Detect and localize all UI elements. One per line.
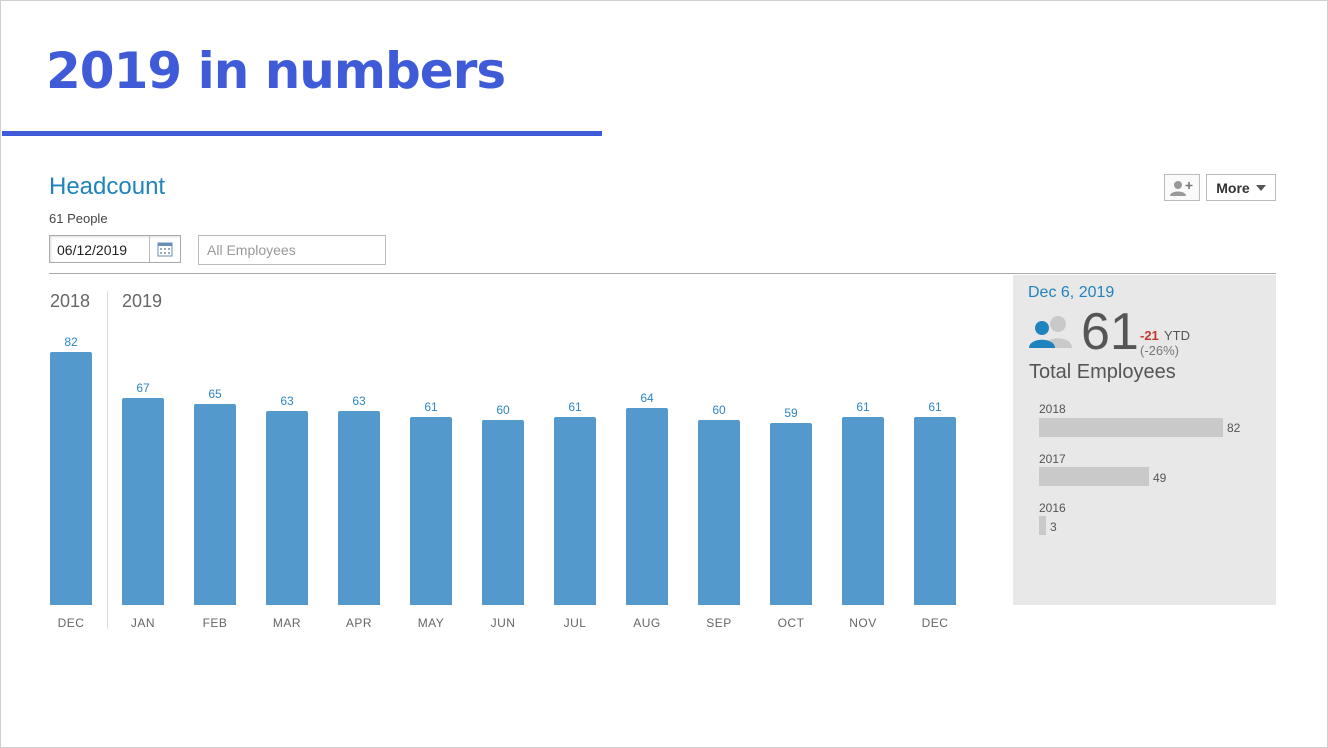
history-year: 2016: [1039, 501, 1066, 515]
add-person-button[interactable]: [1164, 174, 1200, 201]
bar-value-label: 60: [496, 403, 510, 417]
headcount-bar-chart: 2018 2019 82 DEC 67 JAN 65 FEB 63 MAR 63 APR 61 MAY…: [0, 0, 1000, 748]
history-bar: [1039, 516, 1046, 535]
total-employees-label: Total Employees: [1029, 361, 1176, 383]
bar-value-label: 65: [208, 387, 222, 401]
bar-value-label: 67: [136, 381, 150, 395]
month-label: APR: [345, 616, 373, 630]
total-employees-number: 61: [1081, 303, 1139, 361]
year-separator: [107, 291, 108, 629]
more-dropdown-button[interactable]: More: [1206, 174, 1276, 201]
bar-value-label: 64: [640, 391, 654, 405]
bar-value-label: 61: [856, 400, 870, 414]
chart-bar[interactable]: [50, 352, 92, 605]
month-label: JAN: [130, 616, 156, 630]
history-bar: [1039, 418, 1223, 437]
bar-value-label: 61: [928, 400, 942, 414]
chart-bar[interactable]: [266, 411, 308, 605]
history-value: 82: [1227, 421, 1241, 435]
chart-bar[interactable]: [338, 411, 380, 605]
bar-value-label: 60: [712, 403, 726, 417]
month-label: MAR: [272, 616, 302, 630]
ytd-change: -21: [1140, 328, 1159, 343]
month-label: FEB: [202, 616, 228, 630]
people-icon: [1029, 316, 1072, 348]
chart-bar[interactable]: [842, 417, 884, 605]
month-label: MAY: [417, 616, 445, 630]
caret-down-icon: [1255, 184, 1266, 191]
bar-value-label: 63: [352, 394, 366, 408]
chart-bar[interactable]: [770, 423, 812, 605]
chart-bar[interactable]: [914, 417, 956, 605]
history-value: 3: [1050, 520, 1057, 534]
month-label: OCT: [777, 616, 805, 630]
chart-bar[interactable]: [626, 408, 668, 605]
chart-bar[interactable]: [482, 420, 524, 605]
month-label: JUL: [563, 616, 587, 630]
bar-value-label: 61: [424, 400, 438, 414]
month-label: JUN: [490, 616, 516, 630]
month-label: AUG: [633, 616, 661, 630]
bar-value-label: 82: [64, 335, 78, 349]
month-label: SEP: [706, 616, 732, 630]
history-value: 49: [1153, 471, 1167, 485]
chart-bar[interactable]: [554, 417, 596, 605]
chart-bar[interactable]: [410, 417, 452, 605]
bar-value-label: 59: [784, 406, 798, 420]
ytd-percent: (-26%): [1140, 343, 1180, 358]
month-label: DEC: [57, 616, 85, 630]
history-year: 2017: [1039, 452, 1066, 466]
add-person-icon: [1170, 180, 1193, 196]
year-label-2018: 2018: [50, 291, 91, 311]
summary-date: Dec 6, 2019: [1028, 284, 1115, 301]
chart-bar[interactable]: [194, 404, 236, 605]
chart-bar[interactable]: [698, 420, 740, 605]
chart-bar[interactable]: [122, 398, 164, 605]
year-label-2019: 2019: [122, 291, 163, 311]
more-label: More: [1216, 179, 1250, 196]
month-label: DEC: [921, 616, 949, 630]
history-bar: [1039, 467, 1149, 486]
bar-value-label: 63: [280, 394, 294, 408]
month-label: NOV: [849, 616, 877, 630]
history-year: 2018: [1039, 402, 1066, 416]
ytd-label: YTD: [1164, 328, 1190, 343]
bar-value-label: 61: [568, 400, 582, 414]
